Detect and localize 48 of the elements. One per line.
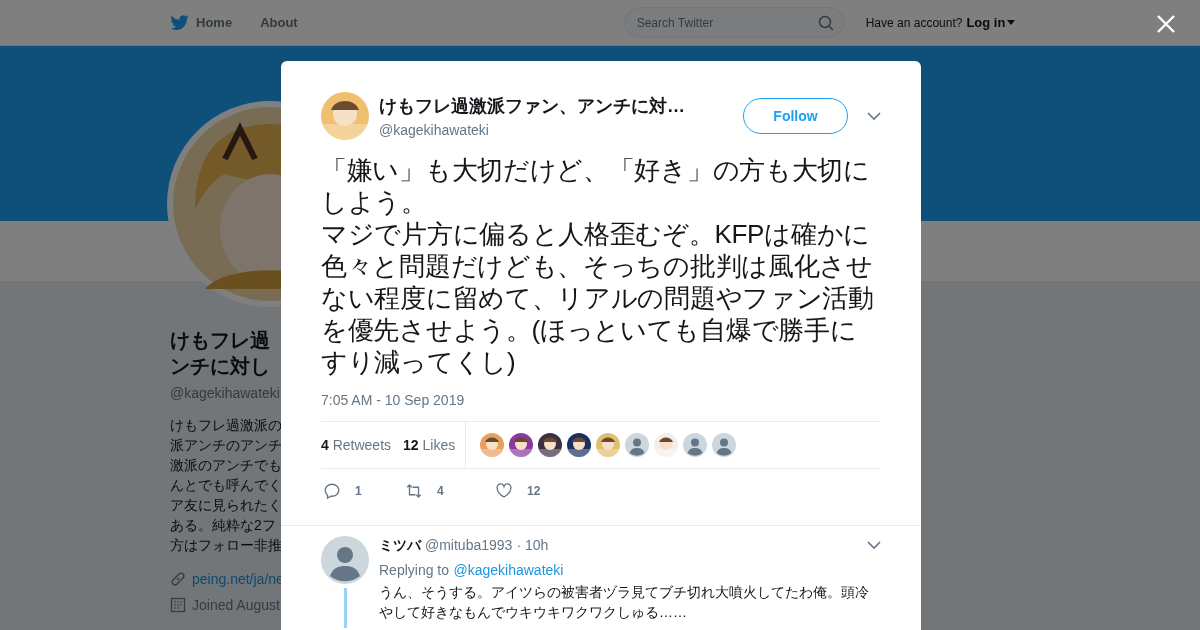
tweet-timestamp[interactable]: 7:05 AM - 10 Sep 2019 bbox=[321, 392, 881, 408]
chevron-down-icon[interactable] bbox=[867, 541, 881, 550]
stat-link[interactable]: 4 Retweets bbox=[321, 437, 392, 453]
chevron-down-icon[interactable] bbox=[867, 111, 881, 121]
nav-link[interactable]: Home bbox=[170, 14, 233, 31]
profile-name: けもフレ過 bbox=[170, 328, 271, 353]
close-icon[interactable] bbox=[1157, 15, 1175, 33]
profile-bio-line: 激派のアンチでも bbox=[170, 456, 283, 475]
reply-button[interactable]: 1 bbox=[321, 481, 403, 501]
retweet-button[interactable]: 4 bbox=[403, 481, 493, 501]
reply-author-name[interactable]: ミツバ bbox=[379, 537, 421, 553]
profile-bio-line: けもフレ過激派の bbox=[170, 416, 283, 435]
profile-bio-line: ア友に見られたく bbox=[170, 496, 283, 515]
profile-handle: @kagekihawateki bbox=[170, 385, 281, 401]
like-button[interactable]: 12 bbox=[493, 481, 575, 501]
profile-name: ンチに対し bbox=[170, 354, 271, 379]
bird-icon bbox=[170, 14, 190, 31]
thread-line bbox=[343, 588, 347, 628]
comment-icon bbox=[323, 482, 341, 500]
nav-link[interactable]: About bbox=[260, 15, 298, 30]
profile-bio-line: ある。純粋な2フ bbox=[170, 516, 277, 535]
joined-date: Joined August bbox=[192, 597, 280, 613]
follow-button[interactable]: Follow bbox=[743, 98, 848, 134]
reply-author-handle[interactable]: @mituba1993 bbox=[425, 537, 513, 553]
reply-text: うん、そうする。アイツらの被害者ヅラ見てブチ切れ大噴火してたわ俺。頭冷やして好きなもんでウキウキワクワクしゅる…… bbox=[379, 583, 870, 622]
reply-time: · 10h bbox=[516, 537, 549, 553]
replying-label: Replying to bbox=[379, 562, 450, 578]
calendar-icon bbox=[170, 597, 186, 613]
author-handle[interactable]: @kagekihawateki bbox=[379, 122, 685, 138]
mention-link[interactable]: @kagekihawateki bbox=[453, 562, 564, 578]
default-avatar-icon[interactable] bbox=[625, 433, 650, 457]
heart-icon bbox=[495, 482, 513, 500]
stat-link[interactable]: 12 Likes bbox=[403, 437, 456, 453]
author-name[interactable]: けもフレ過激派ファン、アンチに対… bbox=[379, 94, 685, 118]
default-avatar-icon[interactable] bbox=[683, 433, 708, 457]
default-avatar-icon[interactable] bbox=[712, 433, 737, 457]
login-link[interactable]: Log in bbox=[966, 15, 1016, 30]
profile-bio-line: 派アンチのアンチ bbox=[170, 436, 283, 455]
retweet-icon bbox=[405, 482, 423, 500]
account-prompt: Have an account? bbox=[865, 15, 963, 30]
caret-icon bbox=[1007, 20, 1016, 25]
profile-bio-line: 方はフォロー非推 bbox=[170, 536, 283, 555]
search-field[interactable]: Search Twitter bbox=[623, 7, 845, 38]
link-icon bbox=[170, 571, 186, 587]
profile-bio-line: んとでも呼んでく bbox=[170, 476, 283, 495]
search-icon bbox=[817, 14, 834, 31]
tweet-text: 「嫌い」も大切だけど、「好き」の方も大切にしよう。 マジで片方に偏ると人格歪むぞ。KFPは確かに色々と問題だけども、そっちの批判は風化させない程度に留めて、リアルの問題やファン活動を優先させよう。(ほっといても自爆で勝手にすり減ってくし) bbox=[321, 154, 875, 378]
default-avatar-icon[interactable] bbox=[321, 536, 369, 584]
